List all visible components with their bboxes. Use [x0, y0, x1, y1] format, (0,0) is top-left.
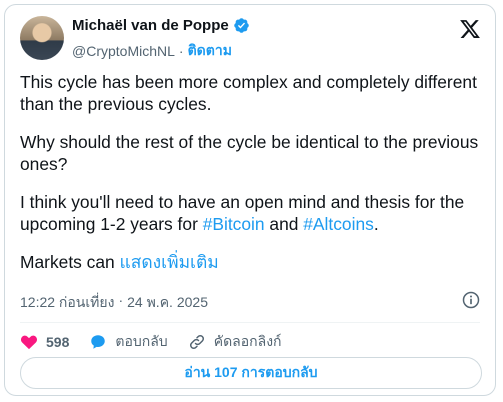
copy-link-button[interactable]: คัดลอกลิงก์ — [188, 331, 282, 353]
author-handle[interactable]: @CryptoMichNL — [72, 43, 175, 59]
action-bar: 598 ตอบกลับ คัดลอกลิงก์ — [20, 331, 302, 353]
tweet-paragraph-4: Markets can แสดงเพิ่มเติม — [20, 251, 486, 273]
copy-link-label: คัดลอกลิงก์ — [213, 333, 282, 349]
author-handle-row: @CryptoMichNL · ติดตาม — [72, 40, 232, 62]
tweet-paragraph-3: I think you'll need to have an open mind… — [20, 191, 486, 235]
timestamp-separator: · — [118, 292, 124, 308]
like-button[interactable]: 598 — [20, 333, 69, 351]
tweet-text-segment: Markets can — [20, 252, 120, 272]
tweet-paragraph-2: Why should the rest of the cycle be iden… — [20, 132, 479, 174]
tweet-text-segment: . — [373, 214, 379, 234]
hashtag-altcoins[interactable]: #Altcoins — [303, 214, 374, 234]
author-name-row: Michaël van de Poppe — [72, 17, 250, 34]
tweet-timestamp[interactable]: 12:22 ก่อนเที่ยง · 24 พ.ค. 2025 — [20, 292, 208, 314]
tweet-time: 12:22 ก่อนเที่ยง — [20, 294, 115, 310]
tweet-text: This cycle has been more complex and com… — [20, 71, 486, 289]
reply-label: ตอบกลับ — [115, 333, 168, 349]
author-name[interactable]: Michaël van de Poppe — [72, 17, 229, 34]
heart-icon — [20, 333, 38, 351]
x-logo-icon[interactable] — [459, 18, 481, 40]
handle-separator: · — [178, 43, 184, 59]
like-count: 598 — [46, 334, 70, 350]
read-replies-label: อ่าน 107 การตอบกลับ — [184, 364, 318, 380]
follow-button[interactable]: ติดตาม — [188, 40, 232, 62]
verified-badge-icon — [233, 17, 250, 34]
tweet-text-segment: and — [264, 214, 304, 234]
reply-button[interactable]: ตอบกลับ — [89, 331, 168, 353]
link-icon — [188, 333, 206, 351]
divider — [20, 322, 480, 323]
tweet-date: 24 พ.ค. 2025 — [127, 294, 208, 310]
read-replies-button[interactable]: อ่าน 107 การตอบกลับ — [20, 357, 482, 389]
tweet-card: Michaël van de Poppe @CryptoMichNL · ติด… — [4, 4, 496, 396]
show-more-link[interactable]: แสดงเพิ่มเติม — [120, 252, 219, 272]
info-icon[interactable] — [461, 290, 481, 310]
tweet-paragraph-1: This cycle has been more complex and com… — [20, 72, 477, 114]
hashtag-bitcoin[interactable]: #Bitcoin — [203, 214, 265, 234]
avatar[interactable] — [20, 16, 64, 60]
speech-bubble-icon — [89, 333, 107, 351]
